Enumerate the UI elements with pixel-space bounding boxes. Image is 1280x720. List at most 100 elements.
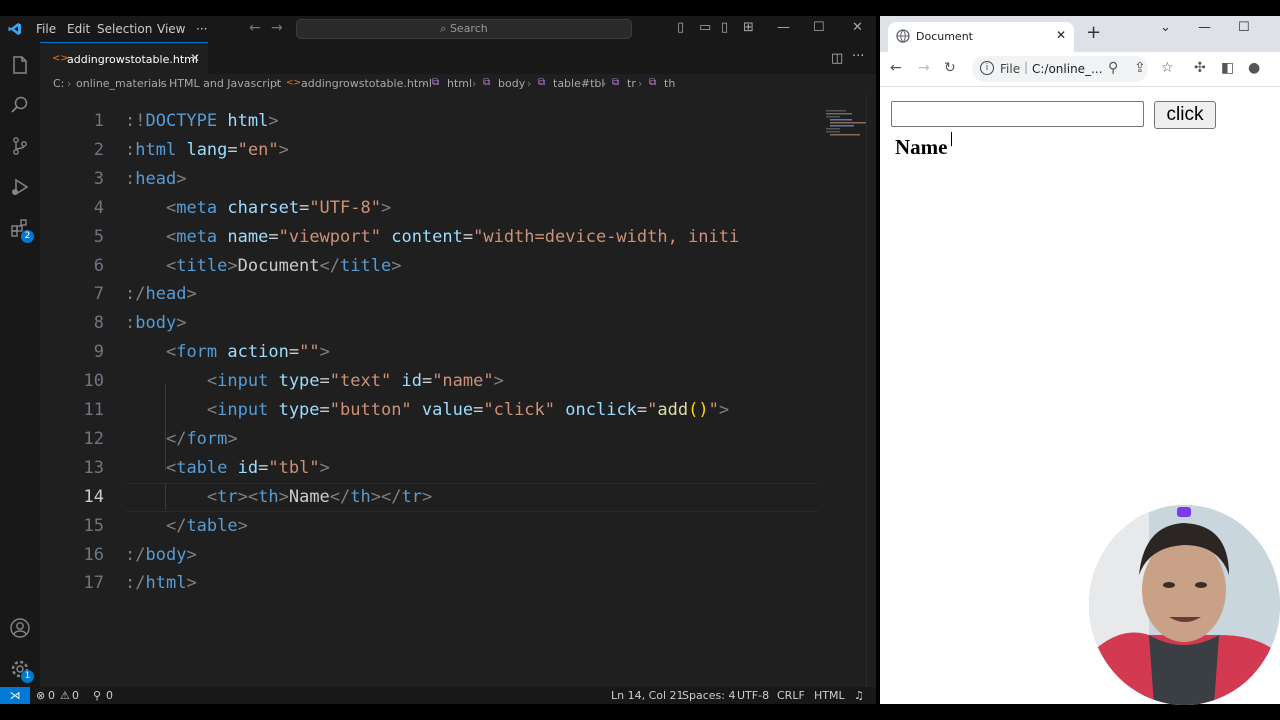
address-bar[interactable]: i File | C:/online_...: [972, 56, 1148, 82]
profile-avatar-icon[interactable]: ●: [1248, 60, 1260, 76]
code-line[interactable]: :!DOCTYPE html>: [125, 111, 279, 131]
browser-tab-document[interactable]: Document ✕: [888, 22, 1074, 52]
back-arrow-icon[interactable]: ←: [249, 20, 261, 36]
side-panel-icon[interactable]: ◧: [1221, 60, 1234, 76]
error-count[interactable]: 0: [48, 689, 55, 702]
minimize-icon[interactable]: —: [777, 20, 790, 35]
source-control-icon[interactable]: [9, 135, 31, 157]
breadcrumb-folder[interactable]: online_materials: [76, 77, 167, 90]
search-view-icon[interactable]: [9, 94, 31, 116]
manage-gear-icon[interactable]: 1: [9, 658, 34, 683]
code-line[interactable]: <input type="button" value="click" oncli…: [125, 400, 729, 420]
code-line[interactable]: <tr><th>Name</th></tr>: [125, 487, 432, 507]
close-tab-icon[interactable]: ✕: [1056, 28, 1066, 42]
close-tab-icon[interactable]: ✕: [190, 51, 200, 65]
menu-view[interactable]: View: [157, 22, 185, 36]
tab-search-chevron-icon[interactable]: ⌄: [1160, 20, 1171, 35]
code-token: ": [708, 400, 719, 420]
indentation[interactable]: Spaces: 4: [682, 689, 735, 702]
code-line[interactable]: :body>: [125, 313, 186, 333]
ports-icon[interactable]: ⚲: [93, 689, 101, 702]
click-button[interactable]: click: [1154, 101, 1216, 129]
code-line[interactable]: <title>Document</title>: [125, 256, 402, 276]
maximize-icon[interactable]: ☐: [813, 20, 825, 35]
extensions-puzzle-icon[interactable]: ✣: [1194, 60, 1206, 76]
back-arrow-icon[interactable]: ←: [890, 60, 902, 76]
code-editor[interactable]: 1 2 3 4 5 6 7 8 9 10 11 12 13 14 15 16 17 :!DOCTYPE html…: [40, 94, 820, 687]
code-line[interactable]: :/html>: [125, 573, 197, 593]
code-line[interactable]: <input type="text" id="name">: [125, 371, 504, 391]
notifications-bell-icon[interactable]: ♫: [854, 689, 864, 702]
code-line[interactable]: <table id="tbl">: [125, 458, 330, 478]
element-icon: ⧉: [612, 77, 620, 88]
tab-addingrowstotable[interactable]: <> addingrowstotable.html ✕: [40, 42, 208, 75]
breadcrumb-subfolder[interactable]: HTML and Javascript: [169, 77, 281, 90]
code-token: :: [125, 139, 136, 160]
name-input[interactable]: [891, 101, 1144, 127]
code-line[interactable]: :/head>: [125, 284, 197, 304]
toggle-secondary-sidebar-icon[interactable]: ▯: [721, 20, 728, 35]
site-info-icon[interactable]: i: [980, 61, 994, 75]
code-line[interactable]: <form action="">: [125, 342, 330, 362]
new-tab-icon[interactable]: +: [1086, 22, 1101, 43]
breadcrumb-drive[interactable]: C:: [53, 77, 64, 90]
ports-count[interactable]: 0: [106, 689, 113, 702]
forward-arrow-icon[interactable]: →: [271, 20, 283, 36]
share-icon[interactable]: ⇪: [1134, 60, 1146, 76]
maximize-icon[interactable]: ☐: [1238, 20, 1250, 35]
extensions-icon[interactable]: 2: [9, 218, 34, 243]
toggle-sidebar-icon[interactable]: ▯: [677, 20, 684, 35]
code-line[interactable]: </form>: [125, 429, 238, 449]
encoding[interactable]: UTF-8: [737, 689, 769, 702]
menu-edit[interactable]: Edit: [67, 22, 90, 36]
code-token: onclick: [565, 400, 637, 420]
breadcrumb-body[interactable]: body: [498, 77, 525, 90]
language-mode[interactable]: HTML: [814, 689, 845, 702]
warnings-icon[interactable]: ⚠: [60, 689, 70, 702]
cursor-position[interactable]: Ln 14, Col 21: [611, 689, 684, 702]
forward-arrow-icon[interactable]: →: [918, 60, 930, 76]
bookmark-star-icon[interactable]: ☆: [1161, 60, 1174, 76]
code-token: >: [319, 342, 330, 363]
breadcrumb-file[interactable]: addingrowstotable.html: [301, 77, 432, 90]
breadcrumb-tr[interactable]: tr: [627, 77, 636, 90]
toggle-panel-icon[interactable]: ▭: [699, 20, 711, 35]
url-text[interactable]: C:/online_...: [1032, 62, 1103, 76]
accounts-icon[interactable]: [9, 617, 31, 639]
menu-more[interactable]: ···: [196, 22, 207, 36]
code-line[interactable]: :/body>: [125, 545, 197, 565]
reload-icon[interactable]: ↻: [944, 60, 956, 76]
run-debug-icon[interactable]: [9, 176, 31, 198]
editor-scrollbar[interactable]: [866, 94, 867, 687]
warning-count[interactable]: 0: [72, 689, 79, 702]
menu-selection[interactable]: Selection: [97, 22, 152, 36]
customize-layout-icon[interactable]: ⊞: [743, 20, 754, 35]
code-line[interactable]: :html lang="en">: [125, 140, 289, 160]
zoom-icon[interactable]: ⚲: [1108, 60, 1118, 76]
breadcrumb-html[interactable]: html: [447, 77, 472, 90]
vscode-logo-icon: [8, 23, 21, 35]
line-number: 15: [83, 515, 104, 536]
explorer-icon[interactable]: [9, 54, 31, 76]
minimap[interactable]: [822, 108, 866, 138]
code-line[interactable]: <meta charset="UTF-8">: [125, 198, 391, 218]
code-line[interactable]: </table>: [125, 516, 248, 536]
code-token: :: [125, 168, 136, 189]
code-token: =: [421, 371, 433, 392]
remote-indicator-icon[interactable]: ⋊: [0, 687, 30, 704]
line-number: 2: [93, 139, 104, 160]
breadcrumb-th[interactable]: th: [664, 77, 675, 90]
more-actions-icon[interactable]: ···: [852, 49, 864, 64]
code-line[interactable]: :head>: [125, 169, 186, 189]
errors-icon[interactable]: ⊗: [36, 689, 45, 702]
code-token: "tbl": [268, 457, 320, 478]
split-editor-icon[interactable]: ◫: [831, 51, 843, 66]
command-search-box[interactable]: ⌕ Search: [296, 19, 632, 39]
close-window-icon[interactable]: ✕: [852, 20, 863, 35]
code-line[interactable]: <meta name="viewport" content="width=dev…: [125, 227, 739, 247]
menu-file[interactable]: File: [36, 22, 56, 36]
line-ending[interactable]: CRLF: [777, 689, 805, 702]
breadcrumb-table[interactable]: table#tbl: [553, 77, 604, 90]
minimize-icon[interactable]: —: [1198, 20, 1211, 35]
